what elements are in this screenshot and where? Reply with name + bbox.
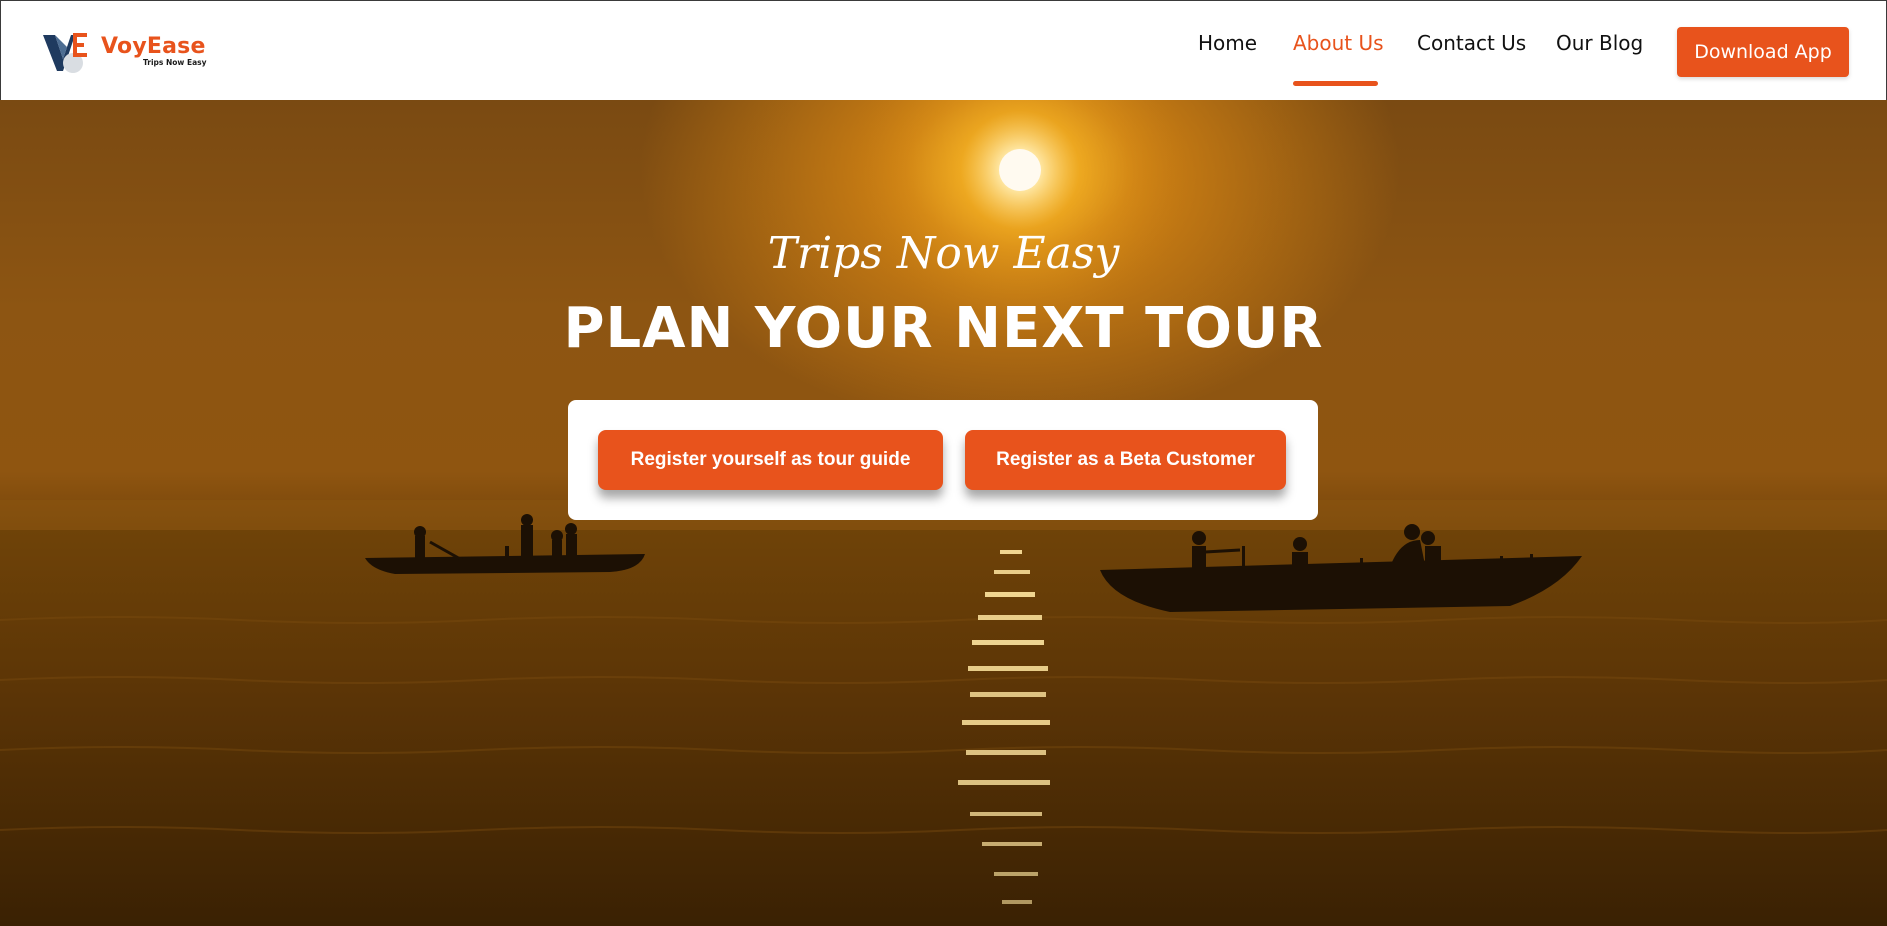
nav-home[interactable]: Home	[1198, 31, 1257, 55]
site-header: VoyEase Trips Now Easy Home About Us Con…	[0, 0, 1887, 100]
hero-headline: PLAN YOUR NEXT TOUR	[563, 296, 1324, 361]
hero-tagline: Trips Now Easy	[767, 228, 1120, 279]
brand-logo[interactable]: VoyEase Trips Now Easy	[41, 29, 211, 77]
cta-panel: Register yourself as tour guide Register…	[568, 400, 1318, 520]
register-tour-guide-button[interactable]: Register yourself as tour guide	[598, 430, 943, 490]
nav-contact-us[interactable]: Contact Us	[1417, 31, 1526, 55]
active-nav-indicator	[1293, 81, 1378, 86]
brand-tagline: Trips Now Easy	[143, 58, 207, 67]
brand-name: VoyEase	[101, 34, 206, 59]
hero-section: Trips Now Easy PLAN YOUR NEXT TOUR Regis…	[0, 100, 1887, 926]
voyease-logo-mark-icon	[43, 33, 87, 73]
nav-about-us[interactable]: About Us	[1293, 31, 1384, 55]
download-app-button[interactable]: Download App	[1677, 27, 1849, 77]
nav-our-blog[interactable]: Our Blog	[1556, 31, 1643, 55]
register-beta-customer-button[interactable]: Register as a Beta Customer	[965, 430, 1286, 490]
